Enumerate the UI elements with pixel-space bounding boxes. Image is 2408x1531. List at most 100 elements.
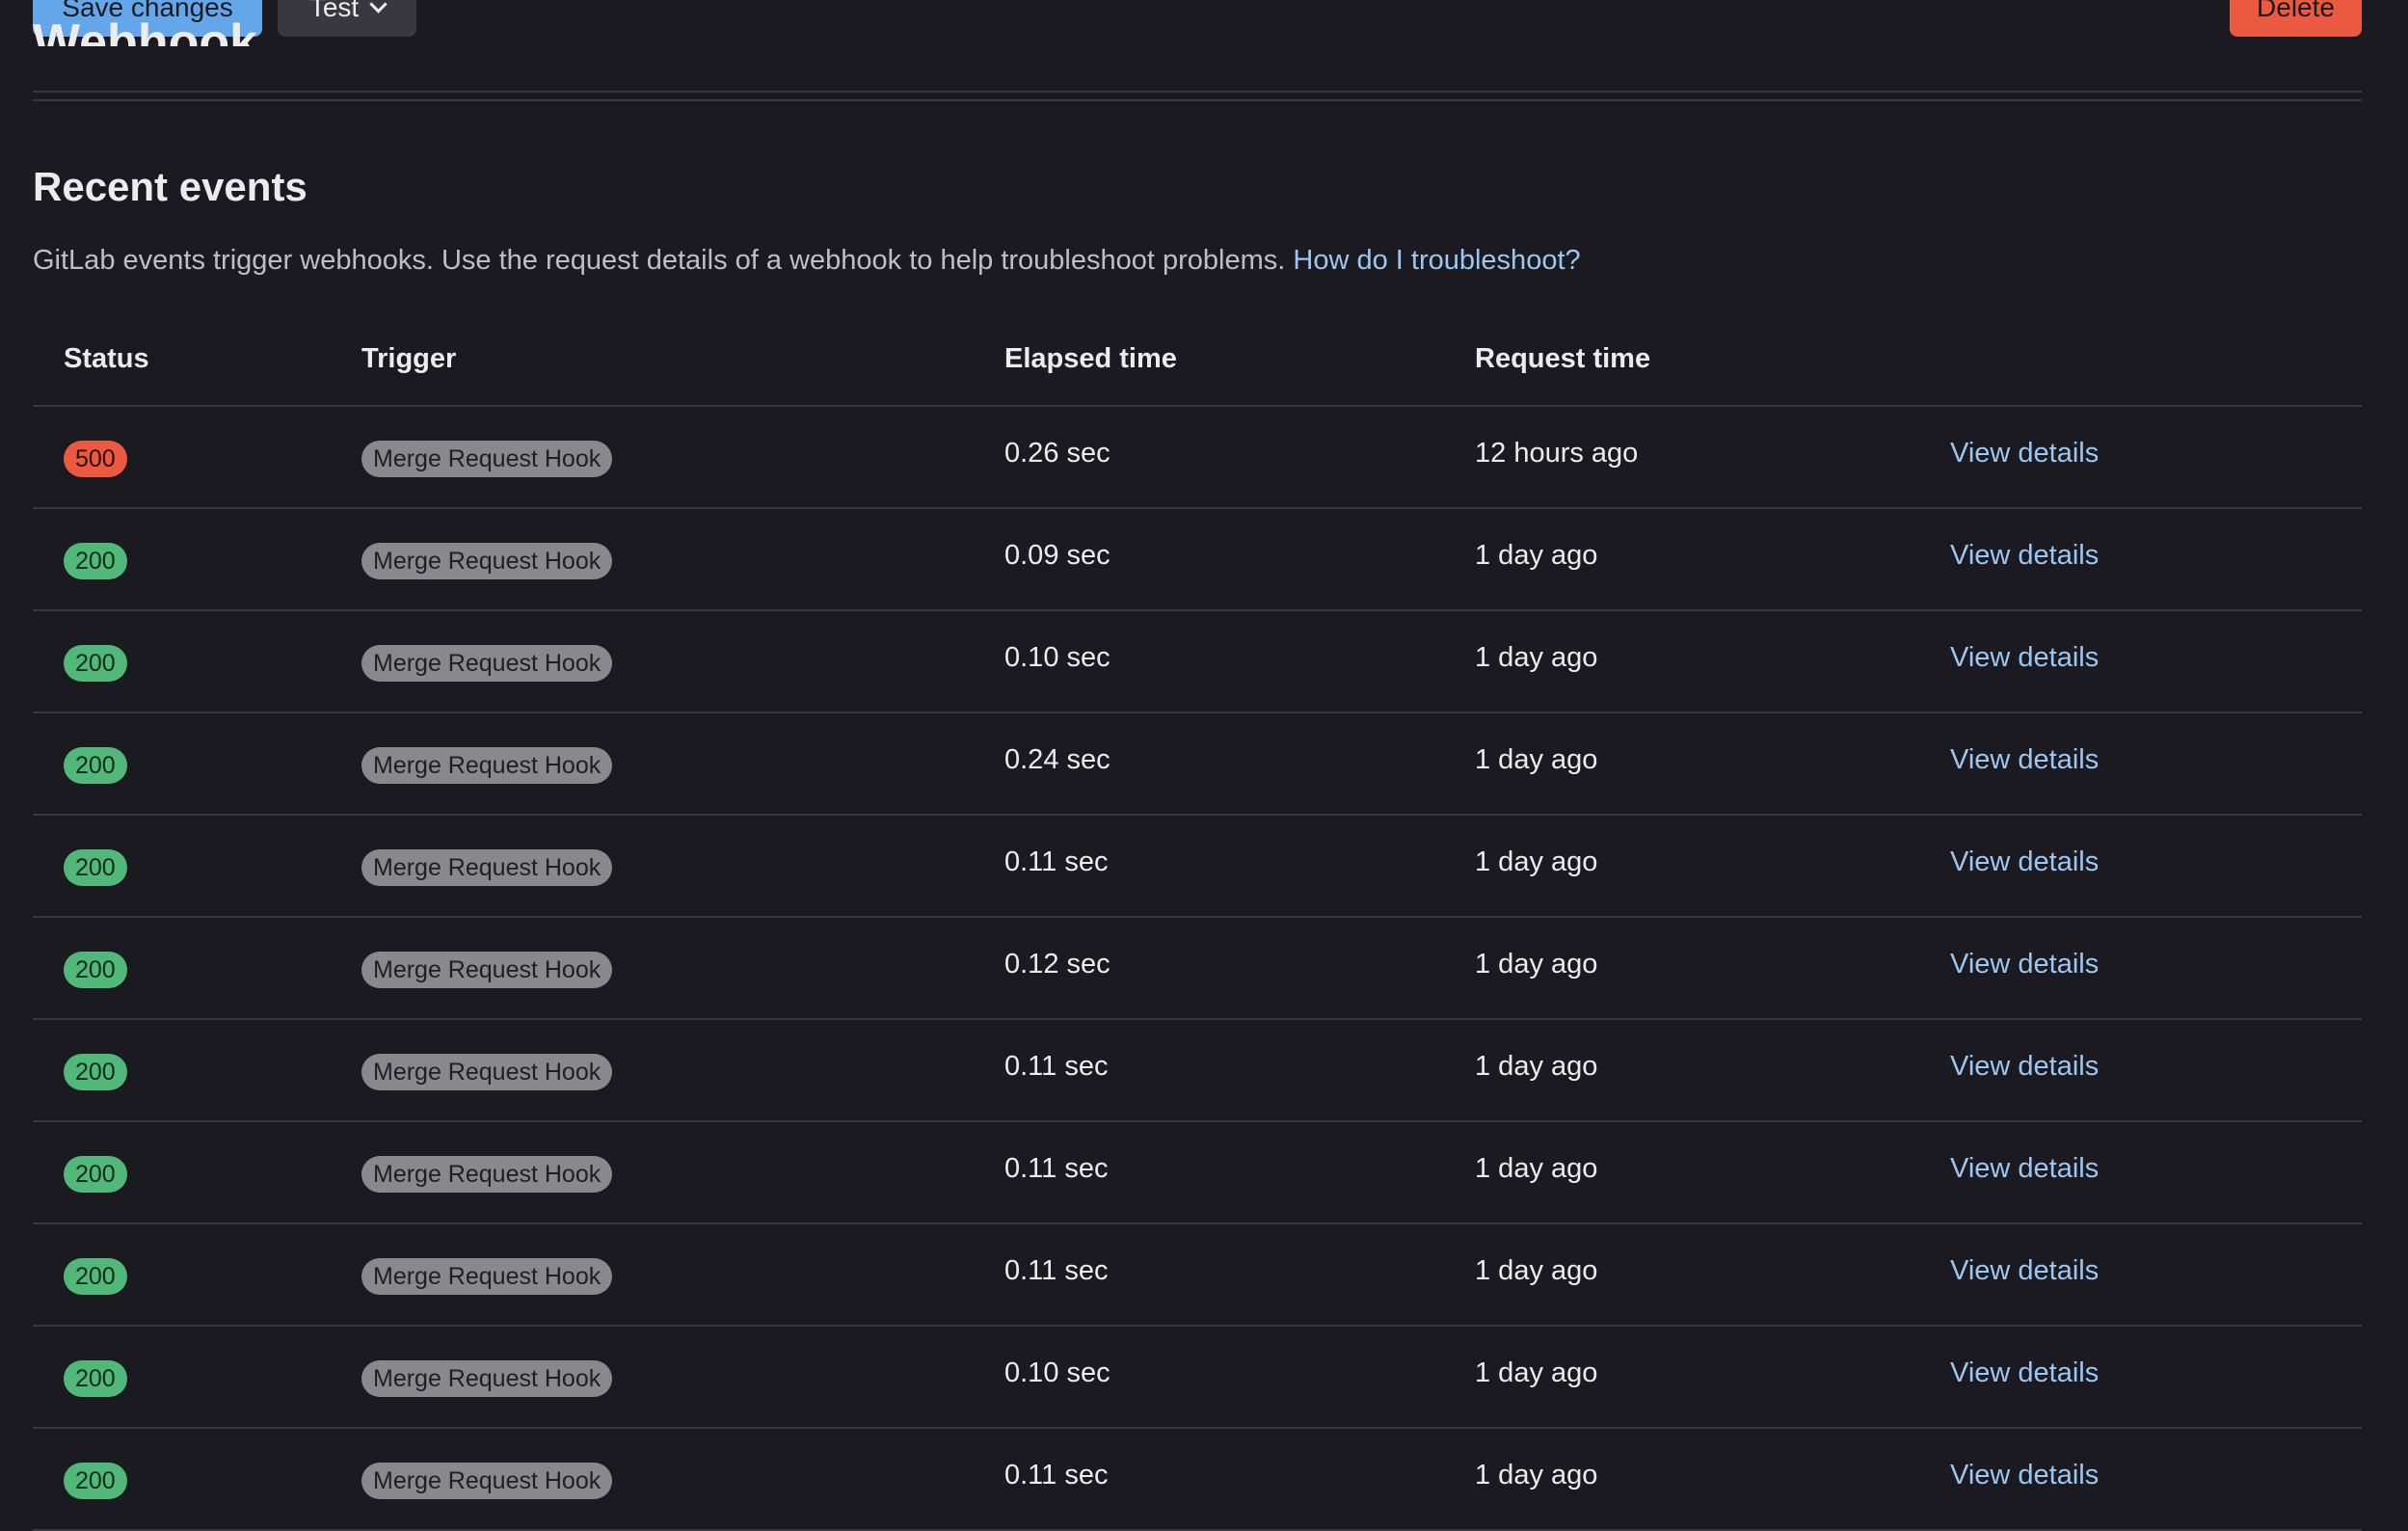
view-details-link[interactable]: View details [1950,642,2099,674]
column-header-elapsed-time: Elapsed time [1004,343,1177,374]
view-details-link[interactable]: View details [1950,949,2099,980]
request-time-cell: 12 hours ago [1475,437,1639,469]
divider [33,91,2362,93]
view-details-link[interactable]: View details [1950,1051,2099,1083]
status-cell: 200 [64,611,127,712]
trigger-cell: Merge Request Hook [361,1020,613,1120]
trigger-cell: Merge Request Hook [361,713,613,814]
elapsed-time-cell: 0.09 sec [1004,539,1110,571]
table-row: 200 Merge Request Hook 0.11 sec 1 day ago Vi… [33,1429,2362,1531]
elapsed-time-cell: 0.26 sec [1004,437,1110,469]
recent-events-title: Recent events [33,164,308,209]
view-details-link[interactable]: View details [1950,1153,2099,1185]
trigger-badge: Merge Request Hook [361,1156,613,1193]
table-row: 200 Merge Request Hook 0.11 sec 1 day ago Vi… [33,816,2362,918]
action-cell: View details [1950,812,2099,912]
view-details-link[interactable]: View details [1950,1460,2099,1491]
status-badge: 200 [64,543,127,579]
status-badge: 200 [64,1054,127,1090]
recent-events-table: Status Trigger Elapsed time Request time… [33,330,2362,1531]
trigger-badge: Merge Request Hook [361,849,613,886]
delete-button[interactable]: Delete [2230,0,2362,37]
page-title: Webhook [33,14,258,66]
status-badge: 200 [64,1156,127,1193]
column-header-request-time: Request time [1475,343,1651,374]
table-body: 500 Merge Request Hook 0.26 sec 12 hours ag… [33,407,2362,1531]
status-badge: 200 [64,645,127,682]
trigger-badge: Merge Request Hook [361,543,613,579]
column-header-status: Status [64,343,149,374]
trigger-cell: Merge Request Hook [361,918,613,1018]
status-cell: 200 [64,1429,127,1529]
request-time-cell: 1 day ago [1475,743,1598,775]
trigger-badge: Merge Request Hook [361,1054,613,1090]
status-badge: 200 [64,1360,127,1397]
request-time-cell: 1 day ago [1475,1356,1598,1388]
view-details-link[interactable]: View details [1950,1255,2099,1287]
view-details-link[interactable]: View details [1950,438,2099,470]
view-details-link[interactable]: View details [1950,846,2099,878]
status-badge: 200 [64,747,127,784]
table-header: Status Trigger Elapsed time Request time [33,330,2362,407]
elapsed-time-cell: 0.10 sec [1004,641,1110,673]
recent-events-description: GitLab events trigger webhooks. Use the … [33,243,1581,278]
trigger-cell: Merge Request Hook [361,407,613,507]
test-dropdown-button[interactable]: Test [278,0,416,37]
trigger-cell: Merge Request Hook [361,509,613,609]
elapsed-time-cell: 0.11 sec [1004,1152,1109,1184]
request-time-cell: 1 day ago [1475,948,1598,980]
trigger-badge: Merge Request Hook [361,1258,613,1295]
trigger-cell: Merge Request Hook [361,1224,613,1325]
trigger-badge: Merge Request Hook [361,441,613,477]
status-badge: 500 [64,441,127,477]
divider [33,99,2362,101]
table-row: 200 Merge Request Hook 0.09 sec 1 day ago Vi… [33,509,2362,611]
table-row: 200 Merge Request Hook 0.10 sec 1 day ago Vi… [33,611,2362,713]
status-cell: 200 [64,918,127,1018]
status-cell: 200 [64,509,127,609]
troubleshoot-help-link[interactable]: How do I troubleshoot? [1293,245,1580,276]
trigger-badge: Merge Request Hook [361,1360,613,1397]
action-cell: View details [1950,1118,2099,1219]
table-row: 200 Merge Request Hook 0.11 sec 1 day ago Vi… [33,1122,2362,1224]
table-row: 200 Merge Request Hook 0.24 sec 1 day ago Vi… [33,713,2362,816]
trigger-badge: Merge Request Hook [361,747,613,784]
chevron-down-icon [369,0,388,13]
elapsed-time-cell: 0.12 sec [1004,948,1110,980]
action-cell: View details [1950,1425,2099,1525]
action-cell: View details [1950,914,2099,1014]
table-row: 200 Merge Request Hook 0.12 sec 1 day ago Vi… [33,918,2362,1020]
status-cell: 500 [64,407,127,507]
action-bar: Save changes Test Delete [33,0,2362,37]
view-details-link[interactable]: View details [1950,1357,2099,1389]
trigger-cell: Merge Request Hook [361,611,613,712]
elapsed-time-cell: 0.10 sec [1004,1356,1110,1388]
view-details-link[interactable]: View details [1950,744,2099,776]
action-cell: View details [1950,710,2099,810]
test-button-label: Test [308,0,360,22]
action-cell: View details [1950,1221,2099,1321]
status-cell: 200 [64,1122,127,1222]
elapsed-time-cell: 0.11 sec [1004,1050,1109,1082]
elapsed-time-cell: 0.11 sec [1004,846,1109,877]
action-cell: View details [1950,403,2099,503]
action-cell: View details [1950,505,2099,605]
trigger-cell: Merge Request Hook [361,816,613,916]
action-cell: View details [1950,1016,2099,1116]
request-time-cell: 1 day ago [1475,641,1598,673]
webhook-settings-page: Save changes Test Delete Webhook Recent … [33,0,2362,1531]
status-badge: 200 [64,1463,127,1499]
trigger-cell: Merge Request Hook [361,1122,613,1222]
trigger-badge: Merge Request Hook [361,952,613,988]
column-header-trigger: Trigger [361,343,457,374]
table-row: 200 Merge Request Hook 0.10 sec 1 day ago Vi… [33,1327,2362,1429]
status-badge: 200 [64,1258,127,1295]
request-time-cell: 1 day ago [1475,1152,1598,1184]
request-time-cell: 1 day ago [1475,539,1598,571]
trigger-cell: Merge Request Hook [361,1429,613,1529]
request-time-cell: 1 day ago [1475,1254,1598,1286]
status-cell: 200 [64,1327,127,1427]
status-badge: 200 [64,952,127,988]
trigger-badge: Merge Request Hook [361,1463,613,1499]
view-details-link[interactable]: View details [1950,540,2099,572]
